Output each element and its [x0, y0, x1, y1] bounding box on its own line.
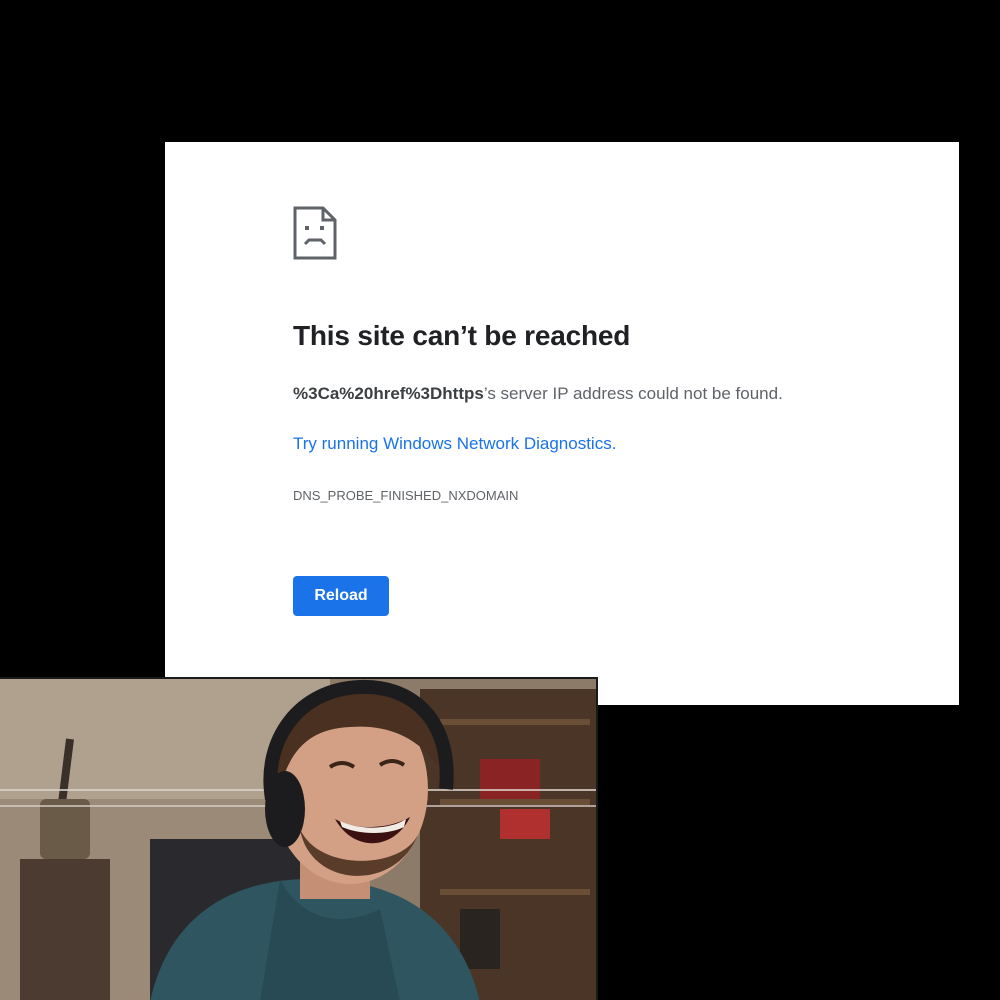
network-diagnostics-link[interactable]: Try running Windows Network Diagnostics.: [293, 434, 616, 454]
error-code: DNS_PROBE_FINISHED_NXDOMAIN: [293, 488, 519, 503]
error-message: %3Ca%20href%3Dhttps’s server IP address …: [293, 384, 783, 404]
error-title: This site can’t be reached: [293, 320, 631, 351]
webcam-image: [0, 679, 596, 1000]
error-host: %3Ca%20href%3Dhttps: [293, 384, 484, 403]
webcam-overlay: [0, 677, 598, 1000]
sad-page-icon: [293, 206, 337, 260]
reload-button[interactable]: Reload: [293, 576, 389, 616]
error-page-panel: This site can’t be reached %3Ca%20href%3…: [165, 142, 959, 705]
error-message-suffix: ’s server IP address could not be found.: [483, 384, 783, 403]
